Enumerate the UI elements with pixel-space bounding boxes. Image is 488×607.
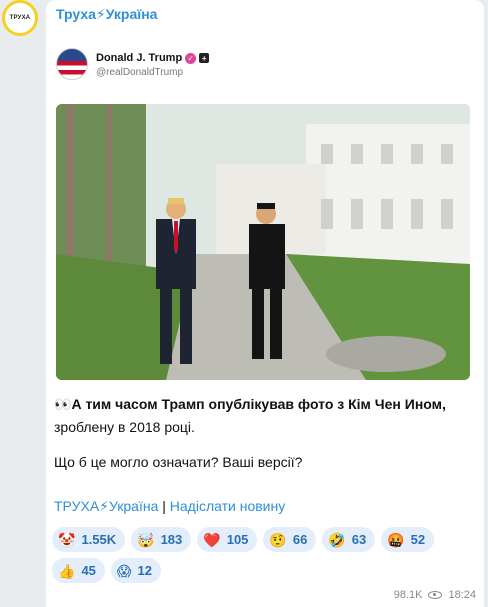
clown-icon: 🤡 bbox=[58, 531, 76, 548]
tweet-author: Donald J. Trump ✓ + bbox=[96, 52, 210, 64]
reaction-count: 183 bbox=[160, 532, 183, 547]
reaction-raised-eyebrow[interactable]: 🤨 66 bbox=[263, 527, 317, 552]
reaction-count: 52 bbox=[410, 532, 426, 547]
cursing-face-icon: 🤬 bbox=[387, 531, 405, 548]
tweet-handle: @realDonaldTrump bbox=[96, 67, 184, 78]
post-line-2: зроблену в 2018 році. bbox=[54, 419, 195, 435]
post-headline: А тим часом Трамп опублікував фото з Кім… bbox=[71, 396, 446, 412]
reaction-count: 105 bbox=[226, 532, 249, 547]
post-text: 👀А тим часом Трамп опублікував фото з Кі… bbox=[54, 393, 474, 474]
reaction-scream[interactable]: 😱 12 bbox=[110, 558, 161, 583]
message-time: 18:24 bbox=[448, 589, 476, 601]
channel-avatar[interactable]: ТРУХА bbox=[2, 0, 38, 36]
reaction-heart[interactable]: ❤️ 105 bbox=[197, 527, 258, 552]
eye-icon bbox=[428, 591, 443, 599]
plus-icon: + bbox=[199, 53, 210, 63]
exploding-head-icon: 🤯 bbox=[137, 531, 155, 548]
send-news-link[interactable]: Надіслати новину bbox=[170, 498, 285, 514]
reaction-thumbs-up[interactable]: 👍 45 bbox=[52, 558, 105, 583]
reactions: 🤡 1.55K 🤯 183 ❤️ 105 🤨 66 🤣 63 🤬 52 👍 45 😱 12 bbox=[52, 527, 472, 589]
reaction-count: 63 bbox=[351, 532, 367, 547]
tweet-avatar bbox=[56, 48, 88, 80]
post-question: Що б це могло означати? Ваші версії? bbox=[54, 454, 303, 470]
heart-icon: ❤️ bbox=[203, 531, 221, 548]
reaction-exploding-head[interactable]: 🤯 183 bbox=[131, 527, 192, 552]
reaction-count: 1.55K bbox=[81, 532, 117, 547]
post-line-1: 👀А тим часом Трамп опублікував фото з Кі… bbox=[54, 393, 474, 416]
channel-name[interactable]: Труха⚡Україна bbox=[56, 6, 157, 23]
reaction-count: 45 bbox=[81, 563, 96, 578]
channel-link[interactable]: ТРУХА⚡Україна bbox=[54, 498, 158, 514]
reaction-clown[interactable]: 🤡 1.55K bbox=[52, 527, 126, 552]
screaming-face-icon: 😱 bbox=[116, 562, 132, 579]
eyes-emoji: 👀 bbox=[54, 396, 72, 412]
channel-avatar-text: ТРУХА bbox=[9, 15, 31, 21]
raised-eyebrow-icon: 🤨 bbox=[269, 531, 287, 548]
message-meta: 98.1K 18:24 bbox=[394, 589, 476, 601]
reaction-rofl[interactable]: 🤣 63 bbox=[322, 527, 376, 552]
message-bubble: Труха⚡Україна Donald J. Trump ✓ + @realD… bbox=[46, 0, 484, 607]
reaction-row: 👍 45 😱 12 bbox=[52, 558, 472, 583]
reaction-count: 12 bbox=[137, 563, 152, 578]
view-count: 98.1K bbox=[393, 589, 423, 601]
post-links: ТРУХА⚡Україна | Надіслати новину bbox=[54, 498, 285, 515]
rofl-icon: 🤣 bbox=[328, 531, 346, 548]
thumbs-up-icon: 👍 bbox=[58, 562, 76, 579]
photo-illustration bbox=[56, 104, 470, 380]
link-separator: | bbox=[158, 498, 170, 514]
tweet-author-name: Donald J. Trump bbox=[96, 52, 183, 64]
reaction-count: 66 bbox=[292, 532, 308, 547]
reaction-row: 🤡 1.55K 🤯 183 ❤️ 105 🤨 66 🤣 63 🤬 52 bbox=[52, 527, 472, 552]
reaction-cursing[interactable]: 🤬 52 bbox=[381, 527, 435, 552]
verified-icon: ✓ bbox=[185, 52, 197, 64]
post-photo[interactable] bbox=[56, 104, 470, 380]
